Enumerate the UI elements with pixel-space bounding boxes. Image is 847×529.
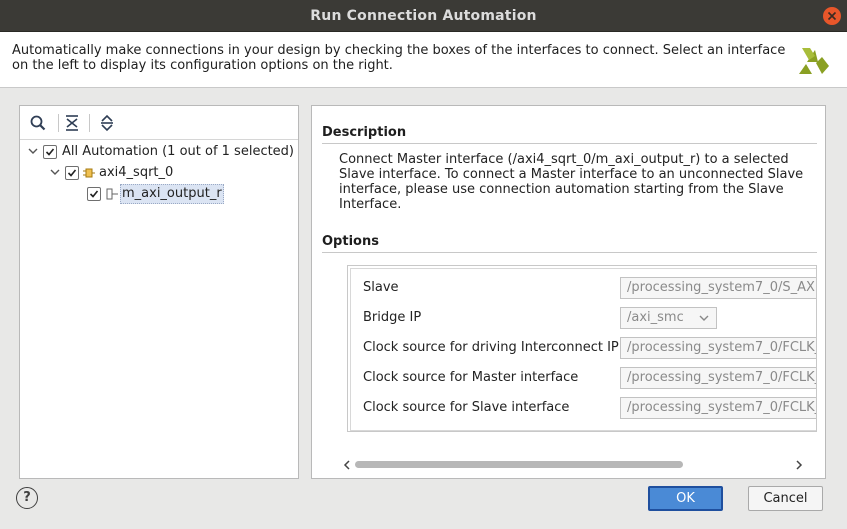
collapse-all-icon[interactable] (63, 114, 81, 132)
option-label-master-clock: Clock source for Master interface (363, 370, 579, 385)
scrollbar-thumb[interactable] (355, 461, 683, 468)
description-text: Connect Master interface (/axi4_sqrt_0/m… (339, 152, 804, 212)
checkbox-m-axi-output[interactable] (87, 187, 101, 201)
expand-all-icon[interactable] (98, 114, 116, 132)
dialog-header: Automatically make connections in your d… (0, 32, 847, 88)
bridge-ip-select[interactable]: /axi_smc (620, 307, 717, 329)
xilinx-logo-icon (799, 48, 829, 74)
option-label-interconnect-clock: Clock source for driving Interconnect IP (363, 340, 619, 355)
cancel-button[interactable]: Cancel (748, 486, 823, 511)
tree-toolbar (20, 106, 298, 140)
options-box: Slave /processing_system7_0/S_AXI_HP0 Br… (347, 265, 817, 432)
tree-label-all-automation: All Automation (1 out of 1 selected) (62, 144, 295, 159)
options-grid: Slave /processing_system7_0/S_AXI_HP0 Br… (350, 268, 816, 431)
chevron-down-icon[interactable] (28, 148, 38, 155)
option-label-bridge-ip: Bridge IP (363, 310, 422, 325)
ip-block-icon (83, 168, 95, 178)
checkmark-icon (45, 148, 55, 156)
chevron-down-icon (699, 315, 709, 321)
toolbar-separator (58, 114, 59, 132)
toolbar-separator (89, 114, 90, 132)
option-label-slave-clock: Clock source for Slave interface (363, 400, 570, 415)
interface-port-icon (106, 188, 118, 200)
tree-label-m-axi-output: m_axi_output_r (120, 184, 224, 204)
checkmark-icon (67, 169, 77, 177)
tree-item-axi4-sqrt[interactable]: axi4_sqrt_0 (20, 163, 298, 183)
help-button[interactable]: ? (16, 487, 38, 509)
close-icon (827, 11, 837, 21)
description-divider (322, 143, 817, 144)
option-label-slave: Slave (363, 280, 399, 295)
bridge-ip-value: /axi_smc (627, 310, 684, 325)
options-divider (322, 252, 817, 253)
close-button[interactable] (823, 7, 841, 25)
slave-field[interactable]: /processing_system7_0/S_AXI_HP0 (620, 277, 816, 299)
ok-button[interactable]: OK (648, 486, 723, 511)
scroll-right-icon[interactable] (795, 460, 803, 470)
interconnect-clock-field[interactable]: /processing_system7_0/FCLK_CLK0 (620, 337, 816, 359)
checkbox-axi4-sqrt[interactable] (65, 166, 79, 180)
scroll-left-icon[interactable] (343, 460, 351, 470)
options-heading: Options (322, 234, 379, 249)
chevron-down-icon[interactable] (50, 169, 60, 176)
horizontal-scrollbar[interactable] (342, 458, 807, 472)
checkmark-icon (89, 190, 99, 198)
interface-tree-panel: All Automation (1 out of 1 selected) axi… (19, 105, 299, 479)
slave-clock-field[interactable]: /processing_system7_0/FCLK_CLK0 (620, 397, 816, 419)
window-title: Run Connection Automation (310, 8, 537, 24)
header-description: Automatically make connections in your d… (12, 43, 786, 73)
tree-label-axi4-sqrt: axi4_sqrt_0 (99, 165, 174, 180)
master-clock-field[interactable]: /processing_system7_0/FCLK_CLK0 (620, 367, 816, 389)
title-bar: Run Connection Automation (0, 0, 847, 32)
tree-item-m-axi-output[interactable]: m_axi_output_r (20, 184, 298, 204)
search-icon[interactable] (29, 114, 47, 132)
tree-item-all-automation[interactable]: All Automation (1 out of 1 selected) (20, 142, 298, 162)
help-icon: ? (23, 490, 31, 505)
details-panel: Description Connect Master interface (/a… (311, 105, 826, 479)
description-heading: Description (322, 125, 407, 140)
checkbox-all-automation[interactable] (43, 145, 57, 159)
